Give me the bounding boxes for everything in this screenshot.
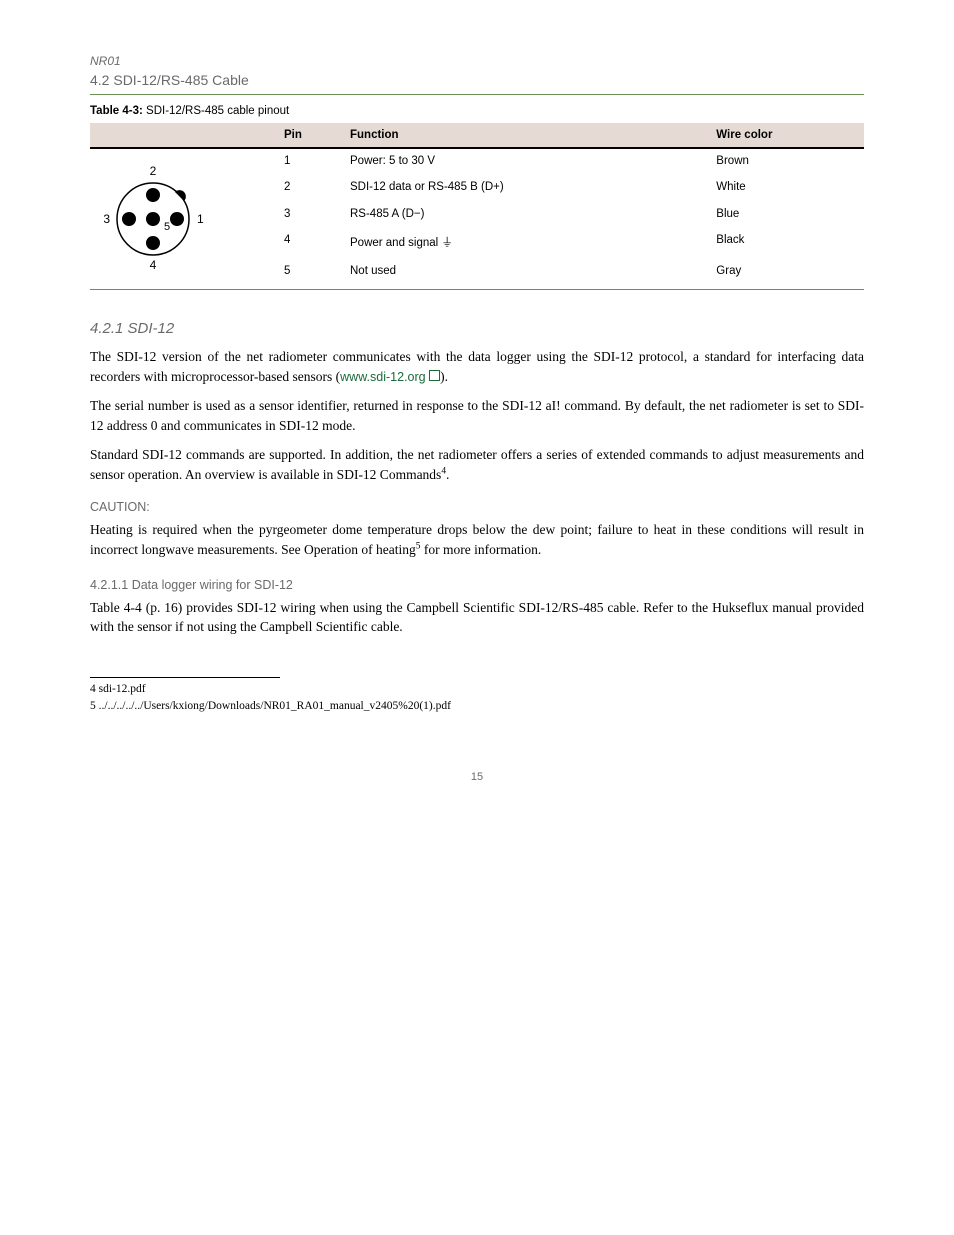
cell-pin: 5 bbox=[276, 259, 342, 285]
cell-color: White bbox=[708, 175, 864, 201]
heading-sdi12: 4.2.1 SDI-12 bbox=[90, 320, 864, 337]
th-color: Wire color bbox=[708, 123, 864, 148]
caution-label: CAUTION: bbox=[90, 500, 864, 514]
pin-label-5: 5 bbox=[164, 221, 170, 233]
table-caption-text: SDI-12/RS-485 cable pinout bbox=[146, 105, 289, 117]
cell-function: Power and signal ⏚ bbox=[342, 228, 708, 259]
connector-icon: 2 1 3 4 5 bbox=[98, 159, 208, 279]
cell-function: Power: 5 to 30 V bbox=[342, 148, 708, 175]
page-number: 15 bbox=[90, 771, 864, 783]
para-sdi12-1b: ). bbox=[440, 369, 448, 384]
cell-color: Black bbox=[708, 228, 864, 259]
external-link-icon bbox=[429, 370, 440, 381]
footnote-rule bbox=[90, 677, 280, 678]
running-head: NR01 bbox=[90, 54, 864, 68]
connector-diagram-cell: 2 1 3 4 5 bbox=[90, 148, 276, 285]
pin-label-4: 4 bbox=[150, 258, 157, 272]
cell-function: SDI-12 data or RS-485 B (D+) bbox=[342, 175, 708, 201]
para-sdi12-1: The SDI-12 version of the net radiometer… bbox=[90, 347, 864, 386]
link-sdi12-org[interactable]: www.sdi-12.org bbox=[340, 370, 440, 384]
cell-color: Gray bbox=[708, 259, 864, 285]
footnote-5: 5 ../../../../../Users/kxiong/Downloads/… bbox=[100, 699, 864, 715]
para-sdi12-1a: The SDI-12 version of the net radiometer… bbox=[90, 349, 864, 384]
table-caption: Table 4-3: SDI-12/RS-485 cable pinout bbox=[90, 105, 864, 117]
rule-top bbox=[90, 94, 864, 95]
cell-function: RS-485 A (D−) bbox=[342, 202, 708, 228]
rule-table-bottom bbox=[90, 289, 864, 290]
caution-text: Heating is required when the pyrgeometer… bbox=[90, 520, 864, 559]
table-header-row: Pin Function Wire color bbox=[90, 123, 864, 148]
para-sdi12-3a: Standard SDI-12 commands are supported. … bbox=[90, 447, 864, 482]
para-wiring: Table 4-4 (p. 16) provides SDI-12 wiring… bbox=[90, 598, 864, 637]
cell-color: Brown bbox=[708, 148, 864, 175]
th-diagram bbox=[90, 123, 276, 148]
footnote-4: 4 sdi-12.pdf bbox=[100, 682, 864, 698]
link-text: www.sdi-12.org bbox=[340, 370, 425, 384]
cell-color: Blue bbox=[708, 202, 864, 228]
para-sdi12-3: Standard SDI-12 commands are supported. … bbox=[90, 445, 864, 484]
cell-pin: 1 bbox=[276, 148, 342, 175]
para-sdi12-3b: . bbox=[446, 467, 449, 482]
table-row: 2 1 3 4 5 1 Power: 5 to 30 V Brown bbox=[90, 148, 864, 175]
section-title: 4.2 SDI-12/RS-485 Cable bbox=[90, 72, 864, 88]
th-function: Function bbox=[342, 123, 708, 148]
cell-function: Not used bbox=[342, 259, 708, 285]
caution-text-b: for more information. bbox=[420, 542, 541, 557]
pin-label-1: 1 bbox=[197, 212, 204, 226]
cell-pin: 2 bbox=[276, 175, 342, 201]
th-pin: Pin bbox=[276, 123, 342, 148]
heading-wiring: 4.2.1.1 Data logger wiring for SDI-12 bbox=[90, 578, 864, 592]
table-caption-number: Table 4-3: bbox=[90, 105, 143, 117]
pin-label-2: 2 bbox=[150, 164, 157, 178]
para-sdi12-2: The serial number is used as a sensor id… bbox=[90, 396, 864, 435]
cell-pin: 4 bbox=[276, 228, 342, 259]
pinout-table: Pin Function Wire color bbox=[90, 123, 864, 285]
cell-pin: 3 bbox=[276, 202, 342, 228]
pin-label-3: 3 bbox=[103, 212, 110, 226]
